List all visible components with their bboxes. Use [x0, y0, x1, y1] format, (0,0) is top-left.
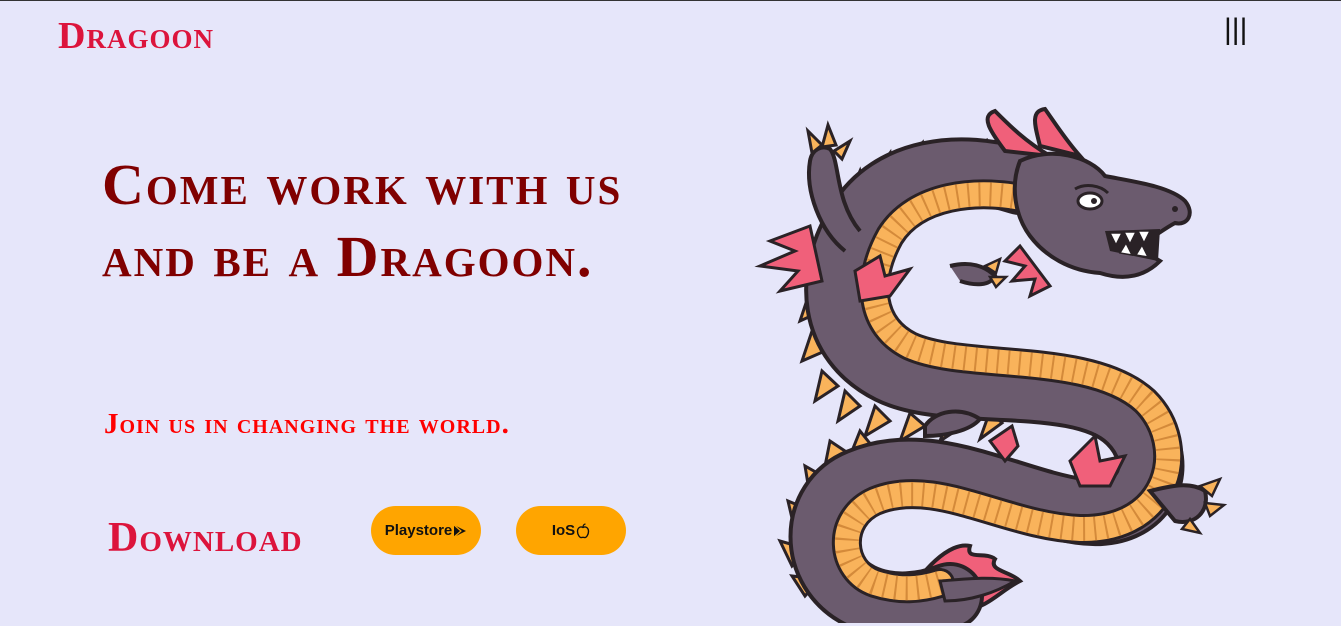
ios-button-label: IoS — [551, 522, 576, 539]
dragon-illustration — [754, 106, 1228, 623]
play-store-icon — [453, 524, 467, 538]
brand-logo[interactable]: Dragoon — [58, 17, 214, 55]
hero-subheadline: Join us in changing the world. — [104, 408, 510, 440]
playstore-button[interactable]: Playstore — [371, 506, 481, 555]
menu-icon[interactable]: ||| — [1224, 15, 1247, 45]
playstore-button-label: Playstore — [384, 522, 453, 539]
hero-headline: Come work with us and be a Dragoon. — [102, 152, 623, 289]
apple-icon — [576, 522, 590, 539]
ios-button[interactable]: IoS — [516, 506, 626, 555]
download-label: Download — [108, 515, 303, 561]
